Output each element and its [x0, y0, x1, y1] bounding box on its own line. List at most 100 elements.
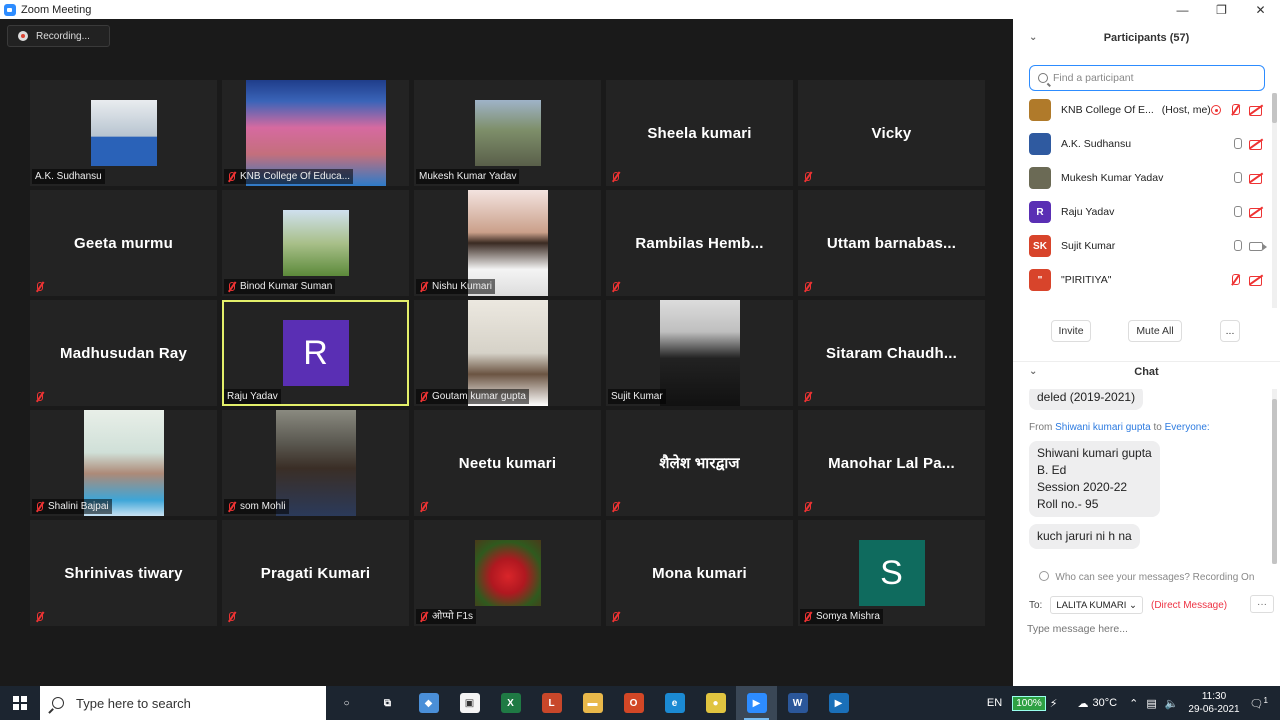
- mic-muted-icon[interactable]: [1229, 274, 1241, 286]
- video-feed: [282, 210, 349, 276]
- task-view-taskbar-button[interactable]: ⧉: [367, 686, 408, 720]
- scroll-thumb[interactable]: [1272, 93, 1277, 123]
- close-button[interactable]: ✕: [1241, 0, 1280, 19]
- video-tile[interactable]: Mona kumari: [606, 520, 793, 626]
- clock[interactable]: 11:30 29-06-2021: [1188, 690, 1239, 716]
- mic-icon[interactable]: [1233, 172, 1242, 184]
- video-tile[interactable]: Vicky: [798, 80, 985, 186]
- language-indicator[interactable]: EN: [987, 697, 1002, 709]
- chat-more-button[interactable]: ···: [1250, 595, 1274, 613]
- participant-status: [800, 389, 819, 404]
- edge-taskbar-button[interactable]: e: [654, 686, 695, 720]
- temperature[interactable]: 30°C: [1093, 697, 1118, 709]
- participant-row[interactable]: KNB College Of E... (Host, me): [1013, 95, 1271, 127]
- participant-row-name: Sujit Kumar: [1061, 240, 1233, 252]
- participant-search-input[interactable]: Find a participant: [1029, 65, 1265, 91]
- chat-messages: deled (2019-2021) From Shiwani kumari gu…: [1013, 389, 1272, 571]
- side-panel: ⌄ Participants (57) Find a participant K…: [1013, 19, 1280, 686]
- chevron-down-icon[interactable]: ⌄: [1029, 362, 1037, 382]
- chat-recipient[interactable]: Everyone:: [1165, 422, 1210, 433]
- participant-row[interactable]: SK Sujit Kumar: [1013, 229, 1271, 263]
- recording-indicator[interactable]: Recording...: [7, 25, 110, 47]
- photos-taskbar-button[interactable]: ◆: [408, 686, 449, 720]
- video-tile[interactable]: Manohar Lal Pa...: [798, 410, 985, 516]
- camera-icon[interactable]: [1249, 241, 1267, 251]
- camera-off-icon[interactable]: [1249, 104, 1263, 116]
- video-tile[interactable]: R Raju Yadav: [222, 300, 409, 406]
- video-tile[interactable]: Madhusudan Ray: [30, 300, 217, 406]
- chevron-down-icon[interactable]: ⌄: [1029, 28, 1037, 48]
- store-taskbar-button[interactable]: ▣: [449, 686, 490, 720]
- mic-muted-icon: [611, 611, 620, 622]
- participant-row[interactable]: A.K. Sudhansu: [1013, 127, 1271, 161]
- taskbar-search-input[interactable]: Type here to search: [40, 686, 326, 720]
- video-tile[interactable]: S Somya Mishra: [798, 520, 985, 626]
- recipient-select[interactable]: LALITA KUMARI ⌄: [1050, 596, 1143, 614]
- video-tile[interactable]: Sitaram Chaudh...: [798, 300, 985, 406]
- camera-off-icon[interactable]: [1249, 172, 1263, 184]
- avatar: R: [1029, 201, 1051, 223]
- video-tile[interactable]: Nishu Kumari: [414, 190, 601, 296]
- excel-taskbar-button[interactable]: X: [490, 686, 531, 720]
- chat-from-prefix: From: [1029, 422, 1053, 433]
- video-tile[interactable]: Rambilas Hemb...: [606, 190, 793, 296]
- mic-icon[interactable]: [1233, 138, 1242, 150]
- participant-name-label: Shalini Bajpai: [32, 499, 112, 514]
- video-tile[interactable]: Sujit Kumar: [606, 300, 793, 406]
- mute-all-button[interactable]: Mute All: [1128, 320, 1182, 342]
- video-tile[interactable]: som Mohli: [222, 410, 409, 516]
- office-taskbar-button[interactable]: O: [613, 686, 654, 720]
- cortana-taskbar-button[interactable]: ○: [326, 686, 367, 720]
- maximize-button[interactable]: ❐: [1202, 0, 1241, 19]
- mic-icon[interactable]: [1233, 206, 1242, 218]
- mic-icon[interactable]: [1233, 240, 1242, 252]
- battery-indicator[interactable]: 100%: [1012, 695, 1046, 711]
- video-tile[interactable]: KNB College Of Educa...: [222, 80, 409, 186]
- notification-icon[interactable]: 🗨1: [1250, 696, 1268, 711]
- title-bar: Zoom Meeting — ❐ ✕: [0, 0, 1280, 19]
- chrome-taskbar-button[interactable]: ●: [695, 686, 736, 720]
- mic-muted-icon[interactable]: [1229, 104, 1241, 116]
- participant-row[interactable]: Mukesh Kumar Yadav: [1013, 161, 1271, 195]
- video-tile[interactable]: Sheela kumari: [606, 80, 793, 186]
- invite-button[interactable]: Invite: [1051, 320, 1091, 342]
- participant-name-label: Goutam kumar gupta: [416, 389, 529, 404]
- participant-name: som Mohli: [240, 501, 286, 512]
- minimize-button[interactable]: —: [1163, 0, 1202, 19]
- chevron-up-icon[interactable]: ⌃: [1129, 697, 1138, 710]
- camera-off-icon[interactable]: [1249, 138, 1263, 150]
- video-tile[interactable]: Mukesh Kumar Yadav: [414, 80, 601, 186]
- participant-row[interactable]: R Raju Yadav: [1013, 195, 1271, 229]
- participant-name: KNB College Of Educa...: [240, 171, 351, 182]
- video-tile[interactable]: Uttam barnabas...: [798, 190, 985, 296]
- who-can-see-link[interactable]: Who can see your messages? Recording On: [1013, 568, 1280, 588]
- chat-sender[interactable]: Shiwani kumari gupta: [1055, 422, 1151, 433]
- file-explorer-taskbar-button[interactable]: ▬: [572, 686, 613, 720]
- camera-off-icon[interactable]: [1249, 274, 1263, 286]
- video-tile[interactable]: Binod Kumar Suman: [222, 190, 409, 296]
- participants-scrollbar[interactable]: [1272, 93, 1277, 308]
- media-player-taskbar-button[interactable]: ▶: [818, 686, 859, 720]
- chat-scrollbar[interactable]: [1272, 389, 1277, 564]
- office-lens-taskbar-button[interactable]: L: [531, 686, 572, 720]
- video-tile[interactable]: A.K. Sudhansu: [30, 80, 217, 186]
- participants-more-button[interactable]: ...: [1220, 320, 1240, 342]
- chat-message-input[interactable]: [1027, 621, 1263, 637]
- camera-off-icon[interactable]: [1249, 206, 1263, 218]
- scroll-thumb[interactable]: [1272, 399, 1277, 564]
- avatar: SK: [1029, 235, 1051, 257]
- video-tile[interactable]: शैलेश भारद्वाज: [606, 410, 793, 516]
- video-tile[interactable]: Goutam kumar gupta: [414, 300, 601, 406]
- speaker-icon[interactable]: 🔈: [1165, 697, 1179, 710]
- video-tile[interactable]: Geeta murmu: [30, 190, 217, 296]
- word-taskbar-button[interactable]: W: [777, 686, 818, 720]
- video-tile[interactable]: Shrinivas tiwary: [30, 520, 217, 626]
- zoom-taskbar-button[interactable]: ▶: [736, 686, 777, 720]
- video-tile[interactable]: Shalini Bajpai: [30, 410, 217, 516]
- start-button[interactable]: [0, 686, 40, 720]
- video-tile[interactable]: Neetu kumari: [414, 410, 601, 516]
- video-tile[interactable]: ओप्पो F1s: [414, 520, 601, 626]
- video-tile[interactable]: Pragati Kumari: [222, 520, 409, 626]
- participant-row[interactable]: " "PIRITIYA": [1013, 263, 1271, 297]
- network-icon[interactable]: ▤: [1146, 697, 1156, 710]
